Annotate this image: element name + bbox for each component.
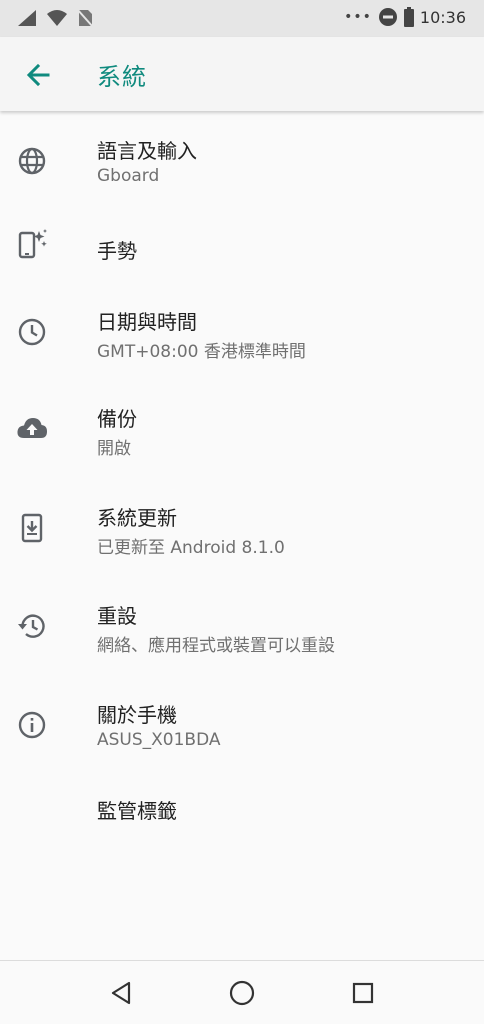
settings-item-title: 重設	[97, 604, 137, 628]
globe-icon	[18, 147, 46, 175]
settings-item-title: 語言及輸入	[97, 139, 197, 163]
clock-icon	[18, 318, 46, 346]
status-left-icons	[16, 8, 94, 28]
more-notifications-icon: •••	[344, 9, 372, 25]
status-bar: ••• 10:36	[0, 0, 484, 37]
nav-back-icon[interactable]	[105, 977, 137, 1009]
settings-item-title: 關於手機	[97, 703, 177, 727]
nav-home-icon[interactable]	[226, 977, 258, 1009]
settings-item-gestures[interactable]: 手勢	[0, 203, 484, 293]
back-arrow-icon[interactable]	[22, 59, 54, 91]
settings-item-regulatory-labels[interactable]: 監管標籤	[0, 783, 484, 873]
no-sim-icon	[76, 8, 94, 28]
settings-item-backup[interactable]: 備份 開啟	[0, 398, 484, 488]
settings-item-subtitle: Gboard	[97, 166, 160, 186]
settings-item-about-phone[interactable]: 關於手機 ASUS_X01BDA	[0, 694, 484, 784]
app-bar: 系統	[0, 37, 484, 111]
settings-item-date-time[interactable]: 日期與時間 GMT+08:00 香港標準時間	[0, 301, 484, 391]
system-update-icon	[21, 513, 43, 543]
battery-icon	[403, 7, 414, 27]
settings-item-title: 手勢	[97, 239, 137, 263]
settings-item-title: 備份	[97, 407, 137, 431]
settings-system-screen: ••• 10:36 系統 語言及輸入 Gboard 手勢 日期與時間 GMT+0…	[0, 0, 484, 1024]
settings-item-title: 日期與時間	[97, 310, 197, 334]
settings-item-language[interactable]: 語言及輸入 Gboard	[0, 113, 484, 203]
settings-item-subtitle: 網絡、應用程式或裝置可以重設	[97, 636, 335, 656]
status-time: 10:36	[419, 7, 466, 27]
settings-item-system-update[interactable]: 系統更新 已更新至 Android 8.1.0	[0, 497, 484, 587]
phone-gesture-icon	[18, 229, 47, 259]
settings-item-subtitle: 開啟	[97, 439, 131, 459]
restore-icon	[18, 614, 45, 638]
settings-item-title: 監管標籤	[97, 799, 177, 823]
settings-item-title: 系統更新	[97, 506, 177, 530]
signal-icon	[18, 10, 36, 26]
do-not-disturb-icon	[378, 8, 397, 26]
page-title: 系統	[97, 63, 147, 91]
status-right-icons: ••• 10:36	[344, 7, 466, 27]
navigation-bar	[0, 960, 484, 1024]
wifi-icon	[47, 10, 67, 26]
settings-item-subtitle: GMT+08:00 香港標準時間	[97, 342, 306, 362]
cloud-upload-icon	[17, 418, 47, 438]
info-icon	[18, 711, 46, 739]
settings-item-reset[interactable]: 重設 網絡、應用程式或裝置可以重設	[0, 595, 484, 685]
settings-item-subtitle: ASUS_X01BDA	[97, 730, 221, 750]
nav-recents-icon[interactable]	[347, 977, 379, 1009]
settings-item-subtitle: 已更新至 Android 8.1.0	[97, 538, 285, 558]
